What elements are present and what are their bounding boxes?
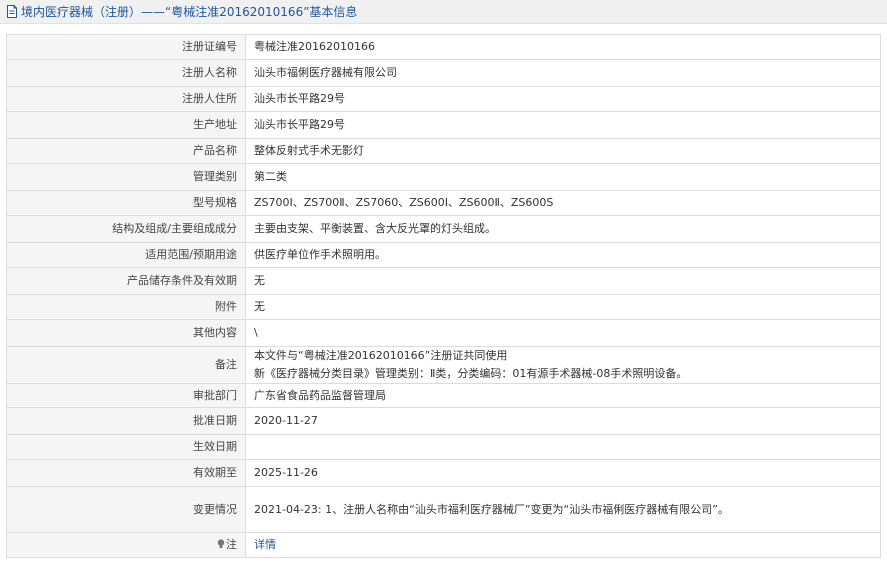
table-row: 备注 本文件与“粤械注准20162010166”注册证共同使用 新《医疗器械分类…	[6, 346, 881, 384]
row-label: 其他内容	[6, 319, 246, 347]
row-label: 适用范围/预期用途	[6, 242, 246, 268]
table-row: 注册人名称 汕头市福俐医疗器械有限公司	[6, 59, 881, 87]
row-value: ZS700Ⅰ、ZS700Ⅱ、ZS7060、ZS600Ⅰ、ZS600Ⅱ、ZS600…	[245, 190, 881, 216]
row-label: 生产地址	[6, 111, 246, 139]
table-row: 附件 无	[6, 294, 881, 320]
row-value: 供医疗单位作手术照明用。	[245, 242, 881, 268]
table-row: 适用范围/预期用途 供医疗单位作手术照明用。	[6, 242, 881, 268]
table-row: 批准日期 2020-11-27	[6, 407, 881, 435]
table-row: 产品名称 整体反射式手术无影灯	[6, 138, 881, 164]
note-value-cell: 详情	[245, 532, 881, 558]
table-row: 注册证编号 粤械注准20162010166	[6, 34, 881, 60]
row-value: 无	[245, 267, 881, 295]
row-value: \	[245, 319, 881, 347]
row-label: 注册人住所	[6, 86, 246, 112]
row-value: 粤械注准20162010166	[245, 34, 881, 60]
row-label: 批准日期	[6, 407, 246, 435]
lightbulb-icon	[217, 539, 225, 548]
row-value: 汕头市长平路29号	[245, 86, 881, 112]
row-value-remark: 本文件与“粤械注准20162010166”注册证共同使用 新《医疗器械分类目录》…	[245, 346, 881, 384]
row-value: 汕头市长平路29号	[245, 111, 881, 139]
row-value: 无	[245, 294, 881, 320]
row-label: 结构及组成/主要组成成分	[6, 215, 246, 243]
row-label: 有效期至	[6, 459, 246, 487]
row-label: 产品名称	[6, 138, 246, 164]
table-row: 其他内容 \	[6, 319, 881, 347]
row-label: 生效日期	[6, 434, 246, 460]
row-value: 第二类	[245, 163, 881, 191]
row-value: 2021-04-23: 1、注册人名称由“汕头市福利医疗器械厂”变更为“汕头市福…	[245, 486, 881, 533]
table-row: 生产地址 汕头市长平路29号	[6, 111, 881, 139]
table-row: 产品储存条件及有效期 无	[6, 267, 881, 295]
table-row: 管理类别 第二类	[6, 163, 881, 191]
row-label: 产品储存条件及有效期	[6, 267, 246, 295]
table-row: 注 详情	[6, 532, 881, 558]
details-link[interactable]: 详情	[254, 538, 276, 551]
document-icon	[7, 5, 17, 18]
table-row: 型号规格 ZS700Ⅰ、ZS700Ⅱ、ZS7060、ZS600Ⅰ、ZS600Ⅱ、…	[6, 190, 881, 216]
table-row: 结构及组成/主要组成成分 主要由支架、平衡装置、含大反光罩的灯头组成。	[6, 215, 881, 243]
row-value: 主要由支架、平衡装置、含大反光罩的灯头组成。	[245, 215, 881, 243]
row-label: 型号规格	[6, 190, 246, 216]
table-row: 变更情况 2021-04-23: 1、注册人名称由“汕头市福利医疗器械厂”变更为…	[6, 486, 881, 533]
row-label: 管理类别	[6, 163, 246, 191]
table-row: 审批部门 广东省食品药品监督管理局	[6, 383, 881, 408]
row-value: 汕头市福俐医疗器械有限公司	[245, 59, 881, 87]
info-table: 注册证编号 粤械注准20162010166 注册人名称 汕头市福俐医疗器械有限公…	[6, 34, 881, 558]
remark-line-2: 新《医疗器械分类目录》管理类别：Ⅱ类，分类编码：01有源手术器械-08手术照明设…	[254, 367, 688, 380]
remark-line-1: 本文件与“粤械注准20162010166”注册证共同使用	[254, 349, 508, 362]
row-value: 广东省食品药品监督管理局	[245, 383, 881, 408]
row-label: 注册证编号	[6, 34, 246, 60]
note-label-cell: 注	[6, 532, 246, 558]
row-label: 备注	[6, 346, 246, 384]
page-title: 境内医疗器械（注册）——“粤械注准20162010166”基本信息	[21, 4, 358, 19]
page-header: 境内医疗器械（注册）——“粤械注准20162010166”基本信息	[0, 0, 887, 24]
row-label: 审批部门	[6, 383, 246, 408]
row-value	[245, 434, 881, 460]
row-label: 变更情况	[6, 486, 246, 533]
table-row: 有效期至 2025-11-26	[6, 459, 881, 487]
table-row: 生效日期	[6, 434, 881, 460]
table-row: 注册人住所 汕头市长平路29号	[6, 86, 881, 112]
row-value: 整体反射式手术无影灯	[245, 138, 881, 164]
row-value: 2020-11-27	[245, 407, 881, 435]
row-value: 2025-11-26	[245, 459, 881, 487]
row-label: 附件	[6, 294, 246, 320]
note-label: 注	[226, 538, 237, 551]
row-label: 注册人名称	[6, 59, 246, 87]
